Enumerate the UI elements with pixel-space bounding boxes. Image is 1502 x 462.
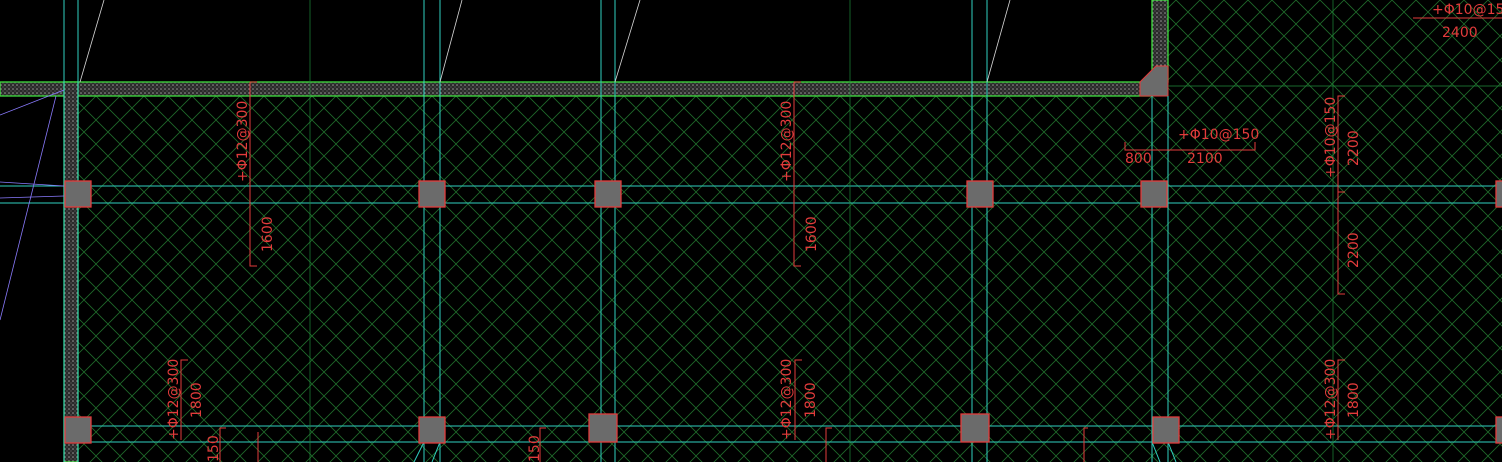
left-wall (63, 81, 79, 462)
rebar-spec-right-bottom: +Φ12@300 (1323, 359, 1339, 440)
column (418, 180, 446, 208)
rebar-length-2100: 2100 (1187, 151, 1223, 167)
rebar-spec-col0-bottom: +Φ12@300 (166, 359, 182, 440)
rebar-length-right-upper: 2200 (1346, 130, 1362, 166)
rebar-length-bottom-left: 150 (206, 435, 222, 462)
rebar-length-right-lower: 2200 (1346, 232, 1362, 268)
column (64, 416, 92, 444)
column (966, 180, 994, 208)
rebar-length-800: 800 (1125, 151, 1152, 167)
rebar-length-col4-bottom: 1800 (803, 382, 819, 418)
rebar-spec-col4-bottom: +Φ12@300 (779, 359, 795, 440)
rebar-length-bottom-mid: 150 (527, 435, 543, 462)
rebar-spec-col1-top: +Φ12@300 (235, 101, 251, 182)
rebar-length-col4-top: 1600 (804, 216, 820, 252)
column (1152, 416, 1180, 444)
cad-drawing-canvas: +Φ10@150 2400 +Φ10@150 800 2100 +Φ12@300… (0, 0, 1502, 462)
guide-lines (0, 89, 65, 321)
column (1140, 180, 1168, 208)
rebar-spec-mid-right: +Φ10@150 (1178, 127, 1259, 143)
column (588, 413, 618, 443)
column (418, 416, 446, 444)
column (1495, 416, 1502, 444)
rebar-length-col0-bottom: 1800 (189, 382, 205, 418)
rebar-length-col1-top: 1600 (260, 216, 276, 252)
column (64, 180, 92, 208)
column (594, 180, 622, 208)
column (960, 413, 990, 443)
rebar-spec-top-right: +Φ10@150 (1432, 2, 1502, 18)
rebar-length-top-right: 2400 (1442, 25, 1478, 41)
corner-block (1139, 65, 1169, 97)
rebar-spec-right-vert: +Φ10@150 (1323, 97, 1339, 178)
top-wall (0, 81, 1153, 97)
rebar-length-right-bottom: 1800 (1346, 382, 1362, 418)
rebar-spec-col4-top: +Φ12@300 (779, 101, 795, 182)
column (1495, 180, 1502, 208)
diagonal-lines (79, 0, 1011, 83)
